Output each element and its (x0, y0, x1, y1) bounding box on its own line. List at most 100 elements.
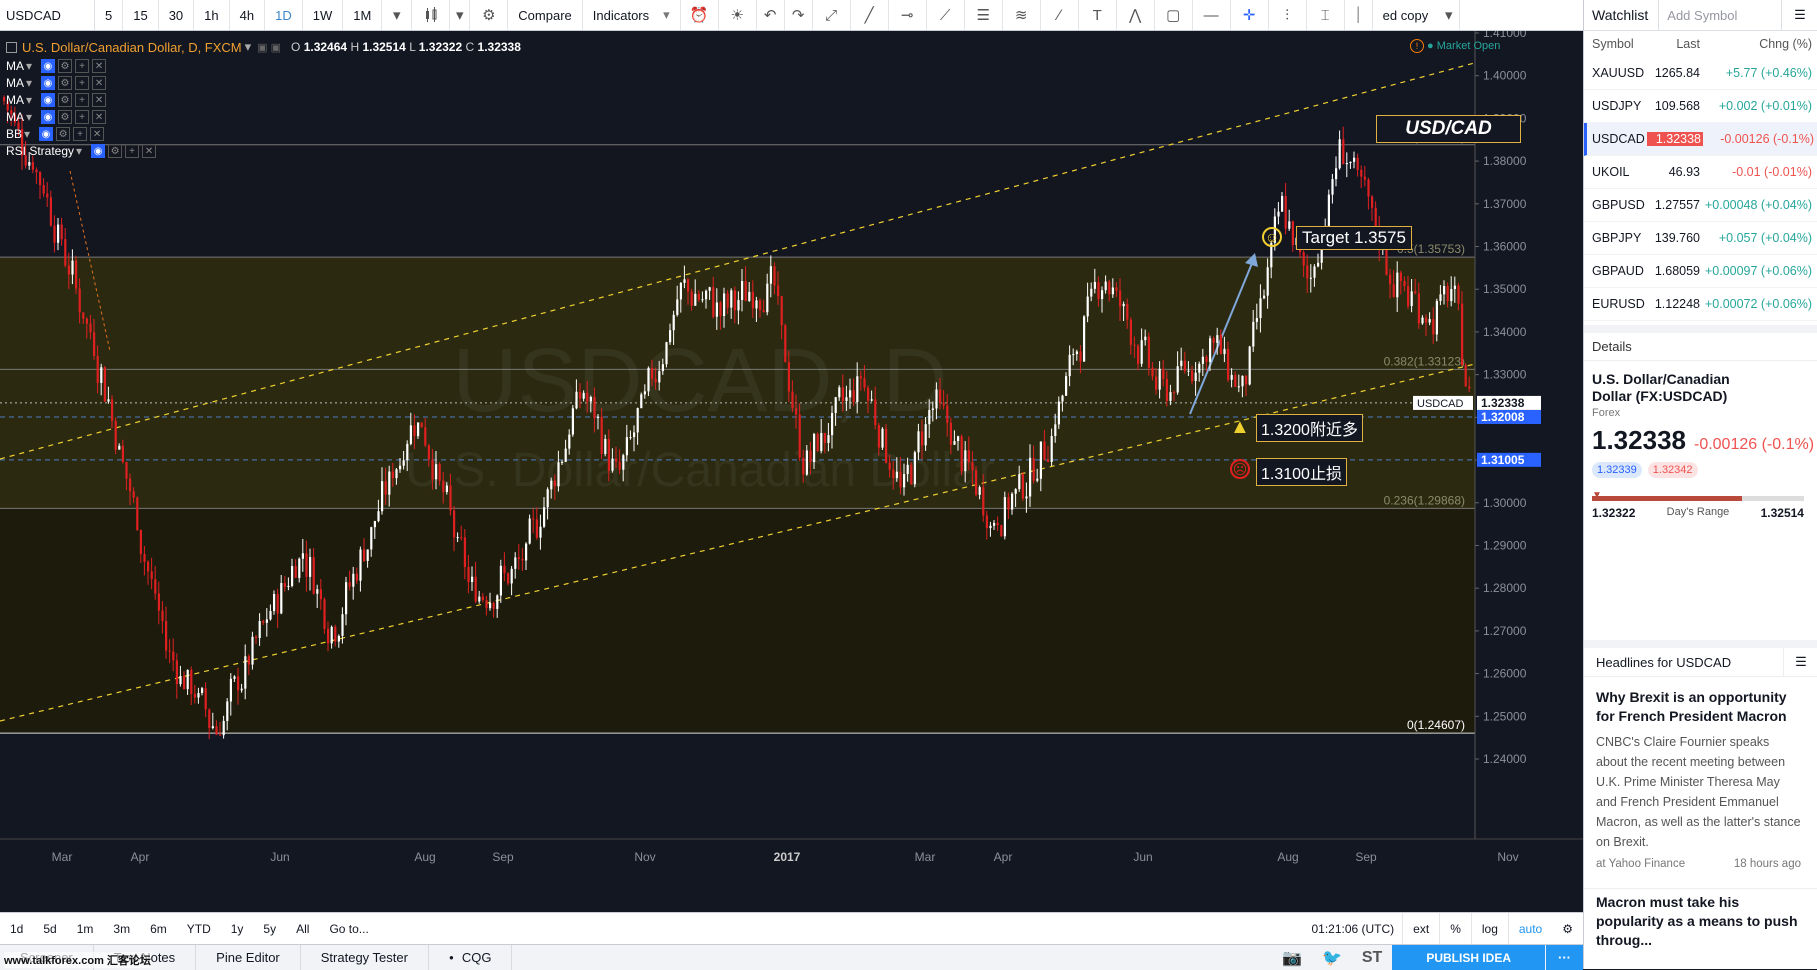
stocktwits-icon[interactable]: ST (1352, 949, 1392, 967)
symbol-label-box[interactable]: USD/CAD (1376, 115, 1521, 143)
measure-icon[interactable]: — (1193, 0, 1231, 30)
tab-cqg[interactable]: ● CQG (429, 945, 513, 970)
headline-title-2[interactable]: Macron must take his popularity as a mea… (1596, 893, 1801, 950)
tab-strategy-tester[interactable]: Strategy Tester (301, 945, 429, 970)
indicator-row[interactable]: MA ▾ ◉ ⚙ + ✕ (6, 91, 107, 109)
range-button-ytd[interactable]: YTD (177, 913, 221, 945)
indicator-row[interactable]: MA ▾ ◉ ⚙ + ✕ (6, 108, 107, 126)
indicator-settings-icon[interactable]: ⚙ (58, 59, 73, 73)
indicator-more-icon[interactable]: + (125, 144, 140, 158)
save-layout-button[interactable]: ed copy (1373, 0, 1439, 30)
indicator-label[interactable]: MA (6, 93, 24, 107)
watchlist-row[interactable]: GBPUSD 1.27557 +0.00048 (+0.04%) (1584, 189, 1817, 222)
indicator-settings-icon[interactable]: ⚙ (108, 144, 123, 158)
indicator-eye-icon[interactable]: ◉ (91, 144, 106, 158)
indicator-label[interactable]: MA (6, 76, 24, 90)
indicator-settings-icon[interactable]: ⚙ (56, 127, 71, 141)
interval-button-1w[interactable]: 1W (303, 0, 344, 30)
range-button-1m[interactable]: 1m (67, 913, 104, 945)
buy-label[interactable]: 1.3200附近多 (1256, 414, 1363, 442)
col-symbol-header[interactable]: Symbol (1592, 37, 1648, 51)
indicator-more-icon[interactable]: + (75, 59, 90, 73)
watchlist-row[interactable]: GBPJPY 139.760 +0.057 (+0.04%) (1584, 222, 1817, 255)
scale-option-auto[interactable]: auto (1507, 913, 1552, 945)
scale-option-percent[interactable]: % (1439, 913, 1471, 945)
tab-pine-editor[interactable]: Pine Editor (196, 945, 301, 970)
pitchfork-icon[interactable]: ≋ (1003, 0, 1041, 30)
indicator-dropdown-icon[interactable]: ▾ (26, 59, 32, 73)
more-options-icon[interactable]: ··· (1546, 945, 1583, 970)
title-dropdown-icon[interactable]: ▾ (245, 39, 252, 55)
horizontal-line-icon[interactable]: ⊸ (889, 0, 927, 30)
scale-option-ext[interactable]: ext (1402, 913, 1439, 945)
text-tool-icon[interactable]: T (1079, 0, 1117, 30)
indicator-settings-icon[interactable]: ⚙ (58, 93, 73, 107)
interval-button-1h[interactable]: 1h (194, 0, 230, 30)
range-button-5d[interactable]: 5d (33, 913, 66, 945)
headline-title[interactable]: Why Brexit is an opportunity for French … (1596, 688, 1801, 726)
interval-dropdown-icon[interactable]: ▾ (382, 0, 413, 30)
save-dropdown-icon[interactable]: ▾ (1438, 0, 1461, 30)
indicator-remove-icon[interactable]: ✕ (92, 110, 107, 124)
interval-button-4h[interactable]: 4h (230, 0, 266, 30)
goto-button[interactable]: Go to... (319, 913, 378, 945)
candles-style-icon[interactable] (412, 0, 451, 30)
price-range-icon[interactable]: ⌶ (1307, 0, 1345, 30)
indicator-remove-icon[interactable]: ✕ (92, 93, 107, 107)
range-button-5y[interactable]: 5y (253, 913, 286, 945)
indicator-row[interactable]: BB ▾ ◉ ⚙ + ✕ (6, 125, 105, 143)
indicator-row[interactable]: MA ▾ ◉ ⚙ + ✕ (6, 74, 107, 92)
compare-button[interactable]: Compare (508, 0, 583, 30)
legend-settings-icon[interactable]: ▣ ▣ (257, 41, 281, 54)
pattern-icon[interactable]: ⋀ (1117, 0, 1155, 30)
col-change-header[interactable]: Chng (%) (1700, 37, 1816, 51)
interval-button-1d[interactable]: 1D (265, 0, 303, 30)
long-position-icon[interactable]: ⫶ (1269, 0, 1307, 30)
chart-properties-gear-icon[interactable]: ⚙ (1552, 913, 1583, 945)
indicator-dropdown-icon[interactable]: ▾ (76, 144, 82, 158)
indicator-eye-icon[interactable]: ◉ (41, 93, 56, 107)
details-title[interactable]: Details (1584, 333, 1817, 360)
indicator-dropdown-icon[interactable]: ▾ (24, 127, 30, 141)
twitter-icon[interactable]: 🐦 (1312, 948, 1352, 968)
indicator-label[interactable]: RSI Strategy (6, 144, 74, 158)
replay-icon[interactable]: ☀ (719, 0, 757, 30)
indicator-eye-icon[interactable]: ◉ (41, 110, 56, 124)
range-button-1d[interactable]: 1d (0, 913, 33, 945)
indicator-eye-icon[interactable]: ◉ (41, 76, 56, 90)
ray-icon[interactable]: ⟋ (927, 0, 965, 30)
vertical-line-icon[interactable]: ⏐ (1345, 0, 1373, 30)
indicator-dropdown-icon[interactable]: ▾ (26, 93, 32, 107)
indicator-more-icon[interactable]: + (75, 93, 90, 107)
range-button-3m[interactable]: 3m (103, 913, 140, 945)
indicator-more-icon[interactable]: + (75, 110, 90, 124)
rectangle-tool-icon[interactable]: ▢ (1155, 0, 1193, 30)
indicator-label[interactable]: MA (6, 110, 24, 124)
stop-label[interactable]: 1.3100止损 (1256, 458, 1347, 486)
interval-button-30[interactable]: 30 (159, 0, 195, 30)
fib-retracement-icon[interactable]: ☰ (965, 0, 1003, 30)
indicator-remove-icon[interactable]: ✕ (142, 144, 157, 158)
range-button-1y[interactable]: 1y (221, 913, 254, 945)
watchlist-row[interactable]: GBPAUD 1.68059 +0.00097 (+0.06%) (1584, 255, 1817, 288)
crosshair-icon[interactable]: ✛ (1231, 0, 1269, 30)
target-label[interactable]: Target 1.3575 (1296, 226, 1412, 250)
watchlist-row[interactable]: UKOIL 46.93 -0.01 (-0.01%) (1584, 156, 1817, 189)
interval-button-5[interactable]: 5 (95, 0, 124, 30)
trend-line-icon[interactable]: ╱ (851, 0, 889, 30)
indicator-row[interactable]: MA ▾ ◉ ⚙ + ✕ (6, 57, 107, 75)
indicator-remove-icon[interactable]: ✕ (90, 127, 105, 141)
indicator-remove-icon[interactable]: ✕ (92, 76, 107, 90)
indicator-settings-icon[interactable]: ⚙ (58, 110, 73, 124)
range-button-6m[interactable]: 6m (140, 913, 177, 945)
publish-idea-button[interactable]: PUBLISH IDEA (1392, 945, 1545, 970)
alert-clock-icon[interactable]: ⏰ (681, 0, 719, 30)
settings-gear-icon[interactable]: ⚙ (470, 0, 509, 30)
indicators-button[interactable]: Indicators ▾ (583, 0, 681, 30)
chart-area[interactable]: 0.618(1.38383)0.5(1.35753)0.382(1.33123)… (0, 31, 1583, 889)
indicator-more-icon[interactable]: + (73, 127, 88, 141)
indicator-dropdown-icon[interactable]: ▾ (26, 110, 32, 124)
watchlist-row[interactable]: EURUSD 1.12248 +0.00072 (+0.06%) (1584, 288, 1817, 321)
interval-button-1m[interactable]: 1M (343, 0, 383, 30)
watchlist-title[interactable]: Watchlist (1584, 7, 1658, 23)
